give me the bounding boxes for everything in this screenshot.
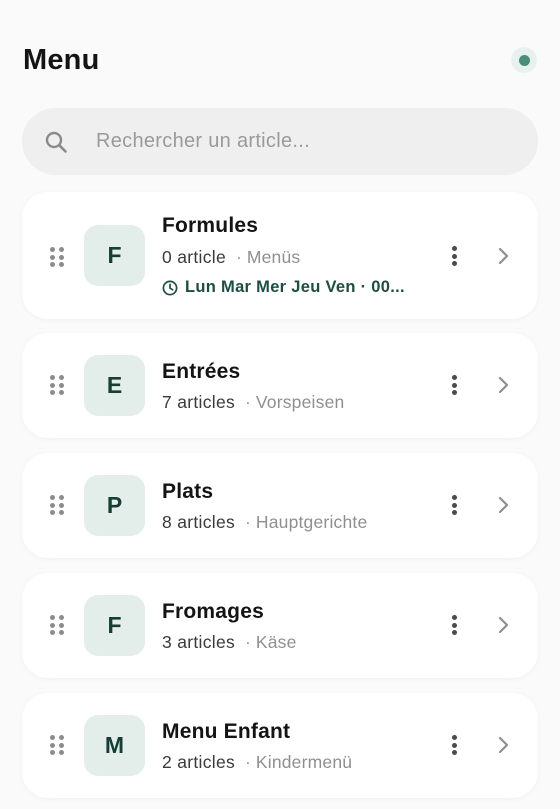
- meta-separator: ·: [235, 247, 242, 267]
- item-count: 7 articles: [162, 392, 236, 412]
- category-subtitle: Menüs: [246, 247, 301, 267]
- category-meta: 8 articles · Hauptgerichte: [162, 512, 367, 533]
- drag-handle-icon[interactable]: [50, 247, 64, 267]
- search-bar[interactable]: [22, 108, 538, 175]
- status-dot: [518, 54, 530, 66]
- drag-handle-icon[interactable]: [50, 615, 64, 635]
- search-input[interactable]: [96, 130, 476, 153]
- drag-handle-icon[interactable]: [50, 375, 64, 395]
- category-avatar: M: [84, 715, 145, 776]
- category-meta: 3 articles · Käse: [162, 632, 297, 653]
- category-name: Plats: [162, 480, 214, 503]
- category-subtitle: Kindermenü: [255, 752, 353, 772]
- item-count: 2 articles: [162, 752, 236, 772]
- chevron-right-icon[interactable]: [496, 615, 510, 635]
- category-name: Fromages: [162, 600, 264, 623]
- chevron-right-icon[interactable]: [496, 375, 510, 395]
- schedule-text: Lun Mar Mer Jeu Ven · 00...: [185, 278, 405, 296]
- menu-screen: Menu F Formules 0 article · Menüs Lun Ma…: [0, 0, 560, 809]
- more-options-icon[interactable]: [448, 613, 460, 637]
- search-icon: [45, 131, 67, 153]
- item-count: 8 articles: [162, 512, 236, 532]
- category-name: Entrées: [162, 360, 241, 383]
- category-avatar: P: [84, 475, 145, 536]
- header: Menu: [23, 40, 537, 80]
- availability-schedule: Lun Mar Mer Jeu Ven · 00...: [162, 278, 405, 297]
- more-options-icon[interactable]: [448, 244, 460, 268]
- meta-separator: ·: [245, 512, 251, 532]
- item-count: 0 article: [162, 247, 226, 267]
- more-options-icon[interactable]: [448, 733, 460, 757]
- clock-icon: [162, 280, 178, 295]
- drag-handle-icon[interactable]: [50, 495, 64, 515]
- category-card-plats[interactable]: P Plats 8 articles · Hauptgerichte: [22, 453, 538, 558]
- category-name: Menu Enfant: [162, 720, 291, 743]
- category-card-formules[interactable]: F Formules 0 article · Menüs Lun Mar Mer…: [22, 192, 538, 319]
- page-title: Menu: [23, 43, 100, 76]
- meta-separator: ·: [245, 752, 251, 772]
- drag-handle-icon[interactable]: [50, 735, 64, 755]
- category-meta: 0 article · Menüs: [162, 247, 300, 268]
- chevron-right-icon[interactable]: [496, 495, 510, 515]
- category-meta: 2 articles · Kindermenü: [162, 752, 352, 773]
- meta-separator: ·: [245, 632, 251, 652]
- category-avatar: E: [84, 355, 145, 416]
- category-subtitle: Hauptgerichte: [255, 512, 368, 532]
- category-card-menu-enfant[interactable]: M Menu Enfant 2 articles · Kindermenü: [22, 693, 538, 798]
- category-avatar: F: [84, 225, 145, 286]
- category-card-fromages[interactable]: F Fromages 3 articles · Käse: [22, 573, 538, 678]
- status-indicator: [511, 47, 537, 73]
- chevron-right-icon[interactable]: [496, 246, 510, 266]
- category-name: Formules: [162, 214, 259, 237]
- meta-separator: ·: [245, 392, 251, 412]
- category-avatar: F: [84, 595, 145, 656]
- category-meta: 7 articles · Vorspeisen: [162, 392, 344, 413]
- category-subtitle: Vorspeisen: [255, 392, 345, 412]
- chevron-right-icon[interactable]: [496, 735, 510, 755]
- more-options-icon[interactable]: [448, 373, 460, 397]
- more-options-icon[interactable]: [448, 493, 460, 517]
- category-subtitle: Käse: [255, 632, 297, 652]
- item-count: 3 articles: [162, 632, 236, 652]
- category-card-entrees[interactable]: E Entrées 7 articles · Vorspeisen: [22, 333, 538, 438]
